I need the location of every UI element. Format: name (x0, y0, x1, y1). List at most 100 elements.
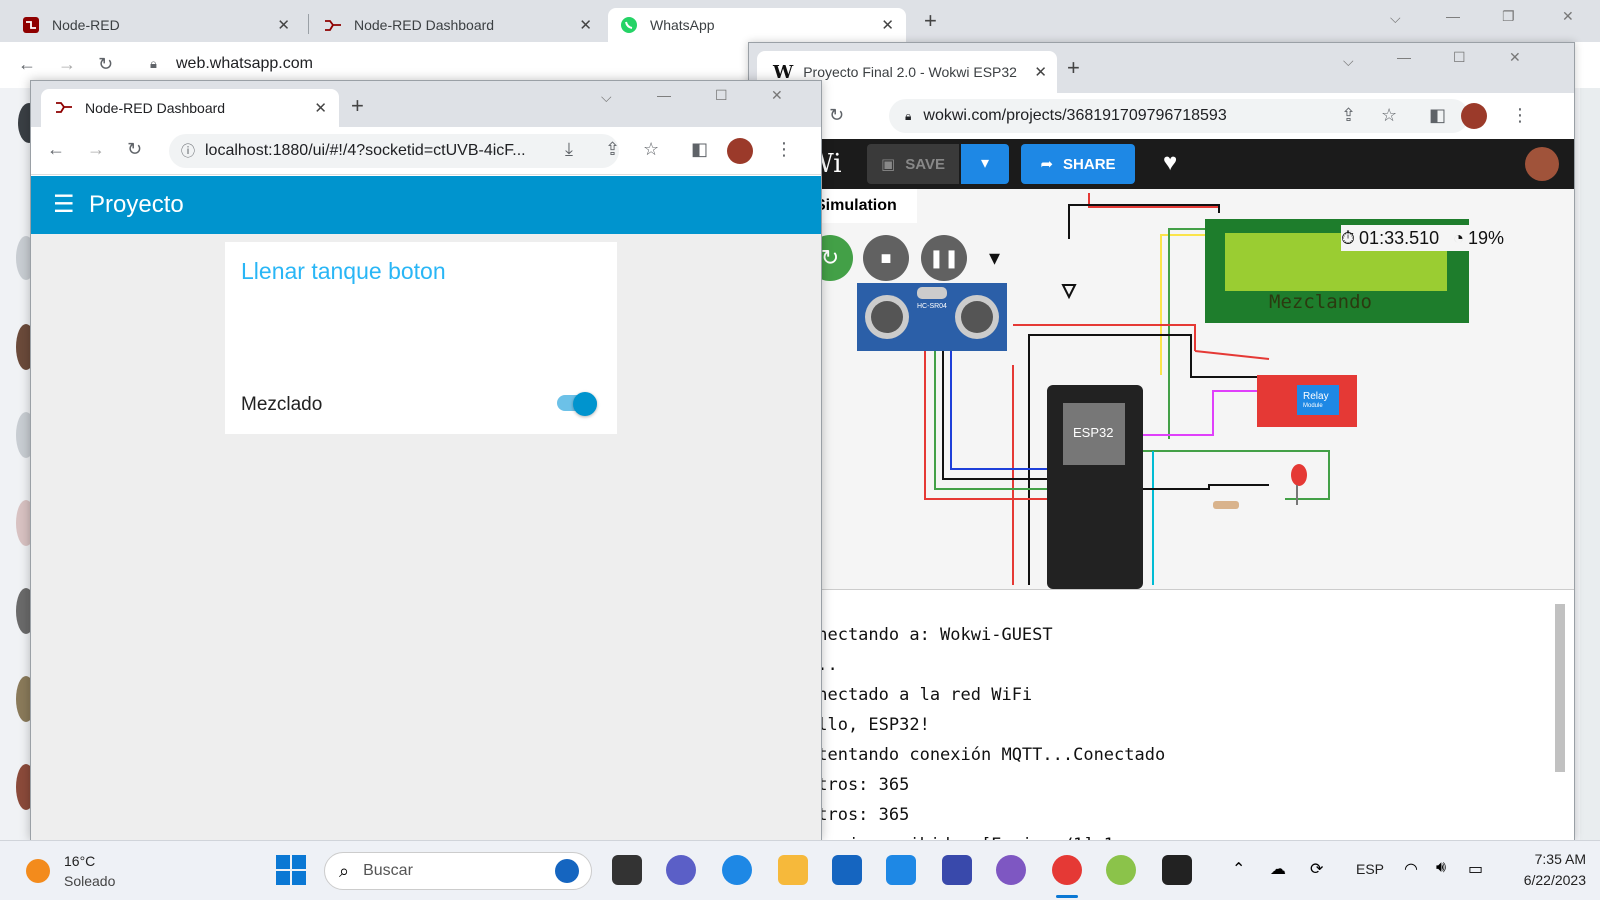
restore-icon[interactable]: ❐ (1502, 8, 1515, 25)
console-line: ntentando conexión MQTT...Conectado (807, 745, 1166, 765)
language-indicator[interactable]: ESP (1356, 861, 1384, 877)
mail-icon[interactable] (886, 855, 916, 885)
taskbar-search-box[interactable]: ⌕ Buscar (324, 852, 592, 890)
cmd-icon[interactable] (1162, 855, 1192, 885)
terminal-app-icon[interactable] (1106, 855, 1136, 885)
clock-date[interactable]: 6/22/2023 (1506, 872, 1586, 888)
bookmark-icon[interactable]: ☆ (643, 139, 659, 160)
stopwatch-icon: ⏱ (1341, 227, 1356, 248)
clock-time[interactable]: 7:35 AM (1522, 851, 1586, 867)
close-tab-icon[interactable]: ✕ (277, 16, 290, 34)
reload-icon[interactable]: ↻ (829, 105, 844, 126)
console-scrollbar[interactable] (1555, 604, 1565, 772)
side-panel-icon[interactable]: ◧ (691, 139, 708, 160)
battery-icon[interactable]: ▭ (1468, 859, 1483, 879)
console-line: onectando a: Wokwi-GUEST (807, 625, 1053, 645)
new-tab-icon[interactable]: + (924, 8, 937, 34)
simulation-timer: 01:33.510 (1359, 227, 1440, 248)
bookmark-icon[interactable]: ☆ (1381, 105, 1397, 126)
heart-icon[interactable]: ♥ (1163, 149, 1177, 177)
address-bar[interactable]: ⓘ localhost:1880/ui/#!/4?socketid=ctUVB-… (169, 134, 619, 168)
onedrive-icon[interactable]: ☁ (1270, 859, 1286, 879)
tab-search-icon[interactable]: ⌵ (1343, 53, 1354, 70)
teams-chat-icon[interactable] (666, 855, 696, 885)
reload-icon[interactable]: ↻ (127, 139, 142, 160)
search-placeholder: Buscar (363, 862, 413, 879)
menu-kebab-icon[interactable]: ⋮ (775, 139, 793, 160)
microsoft-store-icon[interactable] (832, 855, 862, 885)
close-window-icon[interactable]: ✕ (771, 87, 783, 104)
node-red-dashboard-icon (324, 16, 342, 34)
forward-icon[interactable]: → (58, 54, 76, 75)
share-icon: ➦ (1040, 156, 1054, 173)
hamburger-menu-icon[interactable]: ☰ (53, 190, 75, 219)
minimize-icon[interactable]: — (657, 87, 671, 103)
chrome-icon[interactable] (1052, 855, 1082, 885)
back-icon[interactable]: ← (18, 54, 36, 75)
weather-desc: Soleado (64, 873, 116, 889)
lock-icon: 🔒︎ (905, 108, 912, 123)
share-page-icon[interactable]: ⇪ (1341, 105, 1356, 126)
new-tab-icon[interactable]: + (1067, 55, 1080, 81)
wifi-icon[interactable]: ◠ (1404, 859, 1418, 879)
maximize-icon[interactable]: ☐ (715, 87, 728, 104)
console-line: onectado a la red WiFi (807, 685, 1033, 705)
weather-temp: 16°C (64, 853, 96, 869)
side-panel-icon[interactable]: ◧ (1429, 105, 1446, 126)
tab-search-icon[interactable]: ⌵ (601, 89, 612, 106)
back-icon[interactable]: ← (47, 139, 65, 160)
console-line: ello, ESP32! (807, 715, 930, 735)
close-tab-icon[interactable]: ✕ (579, 16, 592, 34)
tab-search-icon[interactable]: ⌵ (1390, 10, 1401, 27)
start-windows-icon[interactable] (276, 855, 306, 890)
task-view-icon[interactable] (612, 855, 642, 885)
tab-label: Node-RED (52, 17, 120, 33)
close-window-icon[interactable]: ✕ (1562, 8, 1574, 25)
simulation-status: ⏱ 01:33.510 ◔ 19% (1341, 225, 1561, 251)
share-page-icon[interactable]: ⇪ (605, 139, 620, 160)
tab-separator (308, 14, 309, 34)
profile-avatar[interactable] (1461, 103, 1487, 129)
close-tab-icon[interactable]: ✕ (314, 99, 327, 117)
tab-node-red-dashboard[interactable]: Node-RED Dashboard ✕ (312, 8, 604, 42)
file-explorer-icon[interactable] (778, 855, 808, 885)
mezclado-switch[interactable] (573, 392, 597, 416)
tab-label: Node-RED Dashboard (354, 17, 495, 33)
user-avatar[interactable] (1525, 147, 1559, 181)
tab-label: WhatsApp (650, 17, 715, 33)
close-tab-icon[interactable]: ✕ (1034, 63, 1047, 81)
simulation-speed: 19% (1468, 227, 1505, 248)
profile-avatar[interactable] (727, 138, 753, 164)
weather-sun-icon[interactable] (26, 859, 50, 883)
close-window-icon[interactable]: ✕ (1509, 49, 1521, 66)
menu-kebab-icon[interactable]: ⋮ (1511, 105, 1529, 126)
reload-icon[interactable]: ↻ (98, 54, 113, 75)
edge-icon[interactable] (722, 855, 752, 885)
maximize-icon[interactable]: ☐ (1453, 49, 1466, 66)
tab-node-red[interactable]: Node-RED ✕ (10, 8, 302, 42)
right-edge (1580, 88, 1600, 840)
save-dropdown-button[interactable]: ▾ (961, 144, 1009, 184)
sync-icon[interactable]: ⟳ (1310, 859, 1323, 879)
minimize-icon[interactable]: — (1397, 49, 1411, 65)
new-tab-icon[interactable]: + (351, 93, 364, 119)
tab-whatsapp[interactable]: WhatsApp ✕ (608, 8, 906, 42)
address-bar[interactable]: web.whatsapp.com (176, 55, 313, 73)
bing-icon (555, 859, 579, 883)
wokwi-app-bar: Wi ▣ SAVE ▾ ➦ SHARE ♥ (749, 139, 1574, 189)
chevron-up-icon[interactable]: ⌃ (1232, 859, 1245, 879)
volume-icon[interactable]: 🔊︎ (1436, 859, 1446, 877)
copilot-icon[interactable] (996, 855, 1026, 885)
install-app-icon[interactable]: ⤓ (565, 139, 573, 160)
minimize-icon[interactable]: — (1446, 8, 1460, 24)
save-button[interactable]: ▣ SAVE (867, 144, 959, 184)
share-button[interactable]: ➦ SHARE (1021, 144, 1135, 184)
close-tab-icon[interactable]: ✕ (881, 16, 894, 34)
forward-icon[interactable]: → (87, 139, 105, 160)
tab-node-red-dashboard[interactable]: Node-RED Dashboard ✕ (41, 89, 339, 127)
relay-sublabel: Module (1303, 403, 1323, 409)
url-text: wokwi.com/projects/368191709796718593 (923, 107, 1227, 124)
tab-label: Node-RED Dashboard (85, 100, 226, 116)
visual-studio-icon[interactable] (942, 855, 972, 885)
node-red-dashboard-icon (55, 100, 73, 117)
